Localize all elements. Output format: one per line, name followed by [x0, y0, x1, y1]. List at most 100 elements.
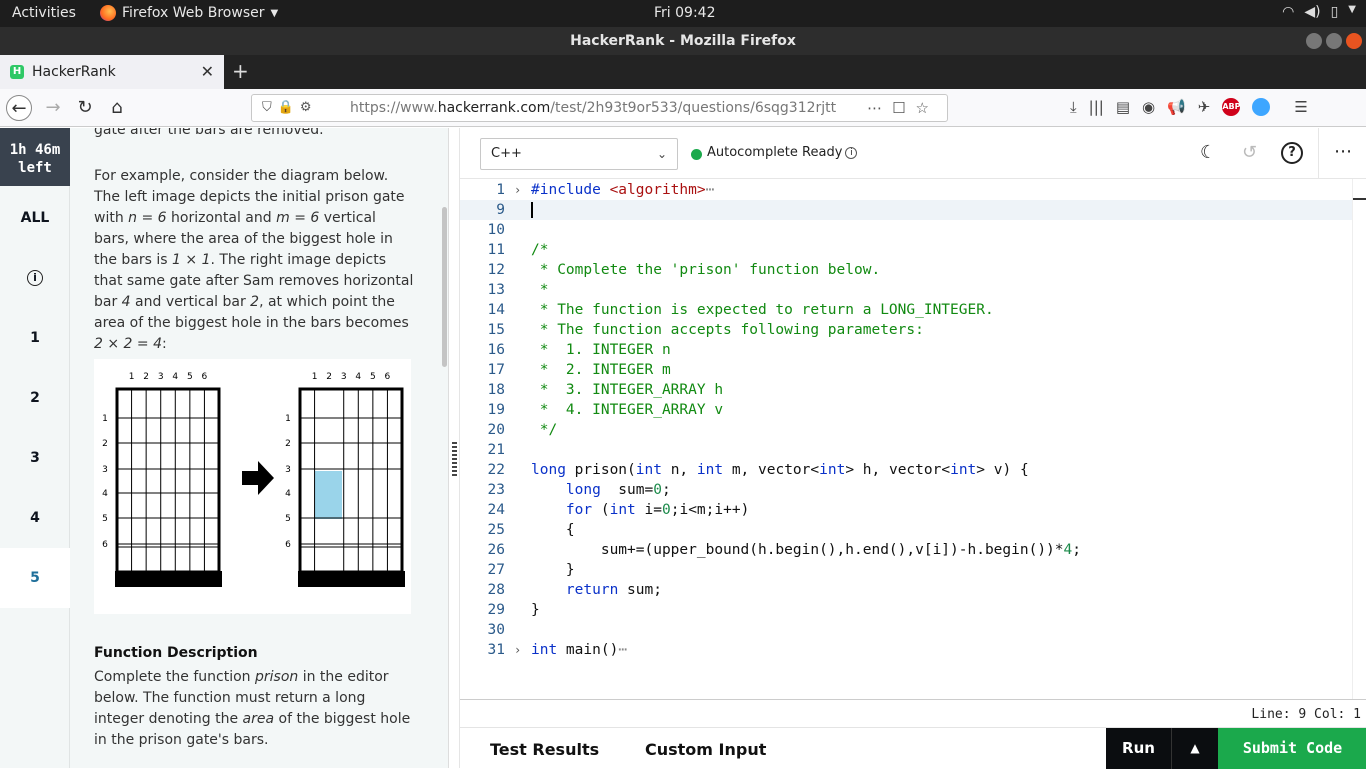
nav-question-4[interactable]: 4 — [0, 488, 70, 548]
test-results-tab[interactable]: Test Results — [490, 740, 599, 759]
fold-chevron-icon[interactable]: › — [514, 180, 521, 200]
code-line[interactable]: 31 › int main()⋯ — [460, 640, 1353, 660]
extension-blue-icon[interactable] — [1252, 98, 1271, 116]
nav-question-3[interactable]: 3 — [0, 428, 70, 488]
code-text: * The function is expected to return a L… — [531, 302, 994, 318]
hamburger-menu-icon[interactable]: ☰ — [1294, 98, 1307, 116]
code-line[interactable]: 10 — [460, 220, 1353, 240]
column-label: 5 — [187, 372, 193, 382]
code-line[interactable]: 26 sum+=(upper_bound(h.begin(),h.end(),v… — [460, 540, 1353, 560]
help-icon[interactable]: ? — [1281, 142, 1303, 164]
nav-question-5[interactable]: 5 — [0, 548, 70, 608]
maximize-button[interactable] — [1326, 33, 1342, 49]
code-line[interactable]: 15 * The function accepts following para… — [460, 320, 1353, 340]
download-icon[interactable]: ⤓ — [1070, 98, 1077, 116]
nav-info[interactable]: i — [0, 248, 70, 308]
line-number: 11 — [487, 242, 505, 258]
code-line[interactable]: 11 /* — [460, 240, 1353, 260]
app-menu[interactable]: Firefox Web Browser ▼ — [100, 5, 278, 21]
volume-icon: ◀) — [1304, 4, 1321, 20]
code-text: { — [531, 522, 575, 538]
close-window-button[interactable] — [1346, 33, 1362, 49]
code-line[interactable]: 23 long sum=0; — [460, 480, 1353, 500]
custom-input-tab[interactable]: Custom Input — [645, 740, 766, 759]
nav-question-1[interactable]: 1 — [0, 308, 70, 368]
nav-question-2[interactable]: 2 — [0, 368, 70, 428]
code-text: #include <algorithm>⋯ — [531, 182, 715, 198]
code-line[interactable]: 25 { — [460, 520, 1353, 540]
problem-scrollbar[interactable] — [442, 207, 447, 367]
battery-icon: ▯ — [1330, 4, 1339, 20]
row-label: 5 — [285, 514, 291, 524]
code-line[interactable]: 29} — [460, 600, 1353, 620]
minimize-button[interactable] — [1306, 33, 1322, 49]
fold-chevron-icon[interactable]: › — [514, 640, 521, 660]
code-line[interactable]: 27 } — [460, 560, 1353, 580]
line-number: 29 — [487, 602, 505, 618]
code-line[interactable]: 21 — [460, 440, 1353, 460]
column-label: 3 — [158, 372, 164, 382]
line-number: 30 — [487, 622, 505, 638]
code-line[interactable]: 13 * — [460, 280, 1353, 300]
home-button[interactable]: ⌂ — [104, 95, 130, 121]
close-tab-icon[interactable]: ✕ — [201, 62, 214, 81]
forward-button[interactable]: → — [40, 95, 66, 121]
pane-splitter[interactable] — [448, 128, 459, 768]
editor-scrollbar[interactable] — [1352, 179, 1366, 699]
account-icon[interactable]: ◉ — [1142, 98, 1155, 116]
code-line[interactable]: 28 return sum; — [460, 580, 1353, 600]
drag-handle-icon[interactable] — [452, 442, 457, 478]
system-tray[interactable]: ◠ ◀) ▯ ▼ — [1282, 4, 1356, 20]
back-button[interactable]: ← — [6, 95, 32, 121]
app-menu-label: Firefox Web Browser — [122, 5, 265, 21]
line-number: 9 — [496, 202, 505, 218]
code-line[interactable]: 14 * The function is expected to return … — [460, 300, 1353, 320]
history-icon[interactable]: ↺ — [1242, 142, 1257, 163]
adblock-icon[interactable]: ABP — [1222, 98, 1241, 116]
extension-icon[interactable]: ✈ — [1198, 98, 1211, 116]
code-line[interactable]: 22 long prison(int n, int m, vector<int> … — [460, 460, 1353, 480]
clock[interactable]: Fri 09:42 — [654, 5, 715, 21]
caret-down-icon: ▼ — [1348, 4, 1356, 15]
code-line[interactable]: 24 for (int i=0;i<m;i++) — [460, 500, 1353, 520]
code-line[interactable]: 18 * 3. INTEGER_ARRAY h — [460, 380, 1353, 400]
url-bar[interactable]: ⛉🔒⚙ https://www.hackerrank.com/test/2h93… — [251, 94, 948, 122]
submit-code-button[interactable]: Submit Code — [1218, 728, 1366, 769]
code-line[interactable]: 20 */ — [460, 420, 1353, 440]
line-number: 24 — [487, 502, 505, 518]
tab-hackerrank[interactable]: H HackerRank ✕ — [0, 55, 224, 89]
megaphone-icon[interactable]: 📢 — [1167, 98, 1186, 116]
code-line[interactable]: 1 › #include <algorithm>⋯ — [460, 180, 1353, 200]
tab-bar: H HackerRank ✕ + — [0, 55, 1366, 89]
column-label: 2 — [326, 372, 332, 382]
reload-button[interactable]: ↻ — [72, 95, 98, 121]
code-line[interactable]: 12 * Complete the 'prison' function belo… — [460, 260, 1353, 280]
run-options-button[interactable]: ▲ — [1171, 728, 1218, 769]
activities-button[interactable]: Activities — [12, 5, 76, 21]
code-line[interactable]: 16 * 1. INTEGER n — [460, 340, 1353, 360]
function-description-text: Complete the function prison in the edit… — [94, 669, 411, 748]
new-tab-button[interactable]: + — [232, 59, 249, 83]
nav-all[interactable]: ALL — [0, 188, 70, 248]
page-actions[interactable]: ⋯☐☆ — [867, 95, 939, 121]
run-button[interactable]: Run — [1106, 728, 1171, 769]
language-select[interactable]: C++ ⌄ — [480, 138, 678, 170]
autocomplete-status[interactable]: Autocomplete Ready i — [707, 145, 858, 160]
more-options-icon[interactable]: ⋯ — [1318, 128, 1366, 179]
row-label: 3 — [285, 465, 291, 475]
site-info-icons[interactable]: ⛉🔒⚙ — [262, 95, 318, 121]
code-text: } — [531, 602, 540, 618]
row-label: 1 — [102, 414, 108, 424]
line-number: 26 — [487, 542, 505, 558]
code-area[interactable]: 1 › #include <algorithm>⋯ 9 10 11 /* 12 * Compl… — [460, 179, 1366, 699]
library-icon[interactable]: ||| — [1089, 98, 1104, 116]
code-editor-panel: C++ ⌄ Autocomplete Ready i ☾ ↺ ? ⋯ 1 › #inc… — [459, 128, 1366, 769]
code-line[interactable]: 17 * 2. INTEGER m — [460, 360, 1353, 380]
code-text: * 2. INTEGER m — [531, 362, 671, 378]
code-line[interactable]: 19 * 4. INTEGER_ARRAY v — [460, 400, 1353, 420]
code-line[interactable]: 30 — [460, 620, 1353, 640]
column-label: 2 — [143, 372, 149, 382]
dark-mode-icon[interactable]: ☾ — [1200, 142, 1216, 163]
code-line[interactable]: 9 — [460, 200, 1353, 220]
sidebar-icon[interactable]: ▤ — [1116, 98, 1130, 116]
